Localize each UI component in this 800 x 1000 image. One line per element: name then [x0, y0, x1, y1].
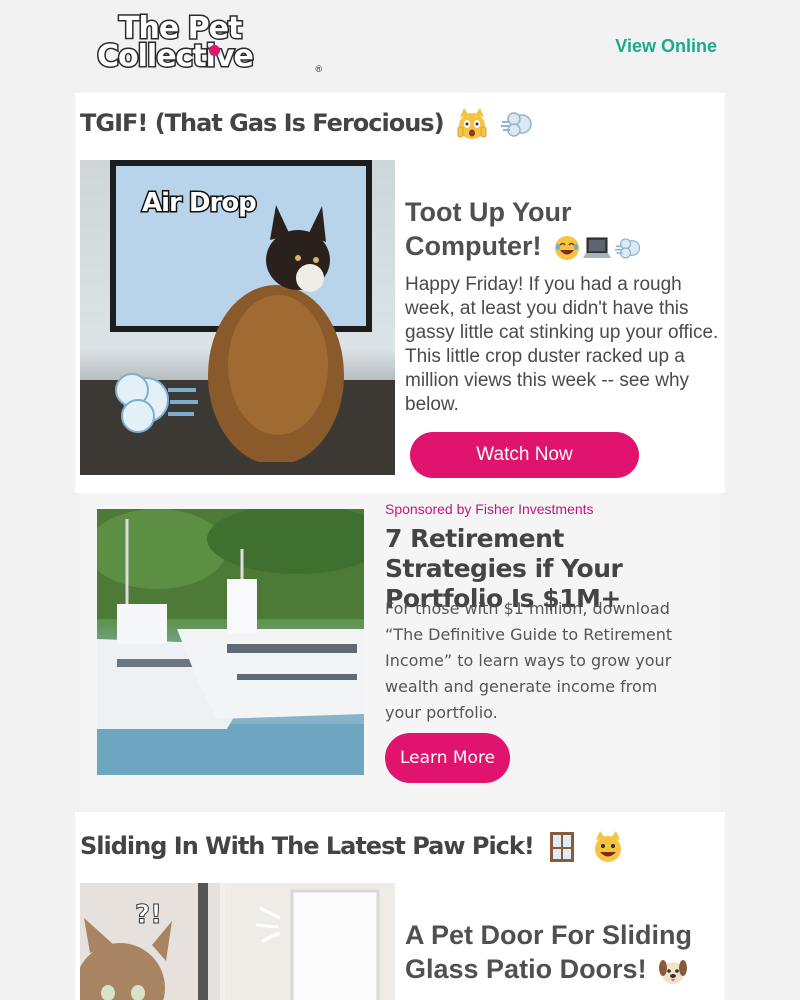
email-header: The Pet Collective ® View Online	[75, 0, 725, 92]
smiling-cat-emoji-icon	[594, 831, 621, 862]
yachts-illustration	[97, 509, 364, 775]
scared-cat-emoji-icon	[457, 108, 487, 139]
fart-cloud-icon	[115, 373, 198, 433]
dash-emoji-icon	[501, 112, 533, 137]
logo-registered-mark: ®	[315, 64, 322, 74]
logo-line-2: Collective	[96, 39, 256, 74]
story-title-2[interactable]: A Pet Door For Sliding Glass Patio Doors…	[405, 918, 715, 986]
section-title: TGIF! (That Gas Is Ferocious)	[80, 107, 534, 141]
pet-collective-logo[interactable]: The Pet Collective ®	[96, 12, 323, 78]
story-title-2-text: A Pet Door For Sliding Glass Patio Doors…	[405, 920, 692, 984]
cat-figure	[208, 205, 344, 462]
dash-emoji-icon-2	[614, 238, 641, 259]
dog-face-emoji-icon	[659, 959, 688, 984]
ad-body: For those with $1 million, download “The…	[385, 599, 673, 722]
pet-door-illustration: ?!	[80, 883, 395, 1000]
story-card-gassy-cat: TGIF! (That Gas Is Ferocious) Air Drop T…	[75, 93, 725, 493]
section-title-text: TGIF! (That Gas Is Ferocious)	[80, 109, 445, 137]
pet-door-image[interactable]: ?!	[80, 883, 395, 1000]
sponsored-ad: Sponsored by Fisher Investments 7 Retire…	[80, 493, 720, 808]
gassy-cat-image[interactable]: Air Drop	[80, 160, 395, 475]
yacht-image[interactable]	[97, 509, 364, 775]
section-title-2: Sliding In With The Latest Paw Pick!	[80, 830, 625, 864]
view-online-link[interactable]: View Online	[615, 36, 717, 57]
laptop-emoji-icon	[583, 237, 612, 258]
section-title-2-text: Sliding In With The Latest Paw Pick!	[80, 832, 535, 860]
story-body: Happy Friday! If you had a rough week, a…	[405, 274, 719, 415]
laughing-emoji-icon	[555, 235, 580, 260]
svg-text:?!: ?!	[135, 900, 162, 930]
story-title[interactable]: Toot Up Your Computer!	[405, 195, 705, 263]
door-emoji-icon	[550, 832, 575, 862]
logo-paw-dot	[209, 45, 220, 56]
story-title-text: Toot Up Your Computer!	[405, 197, 572, 261]
watch-now-button[interactable]: Watch Now	[410, 432, 639, 478]
learn-more-button[interactable]: Learn More	[385, 733, 510, 783]
story-card-pet-door: Sliding In With The Latest Paw Pick! ?! …	[75, 812, 725, 1000]
sponsor-label: Sponsored by Fisher Investments	[385, 501, 594, 517]
air-drop-caption: Air Drop	[141, 187, 259, 220]
